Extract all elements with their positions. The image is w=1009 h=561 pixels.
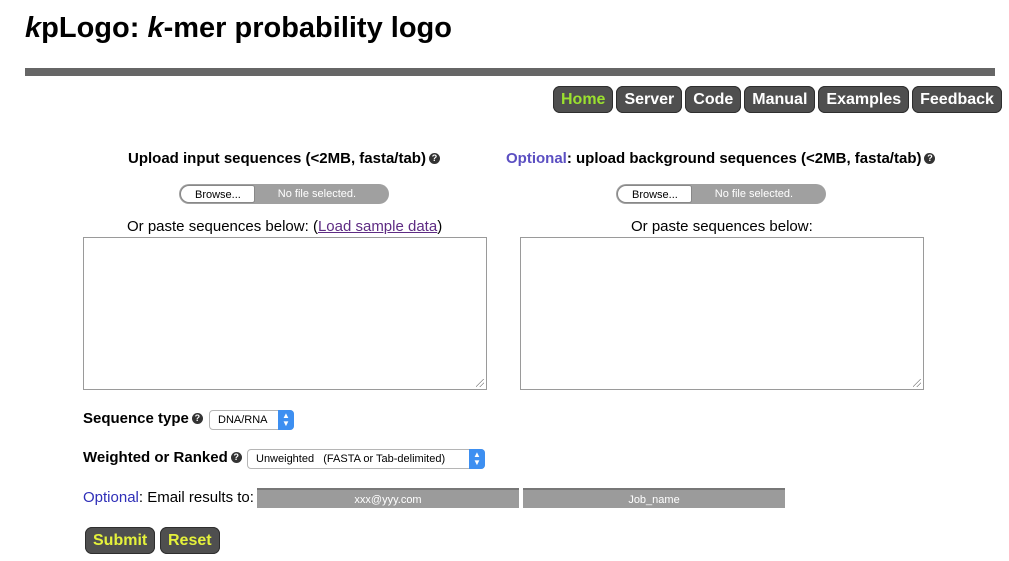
title-text-1: pLogo: bbox=[41, 12, 148, 44]
title-k-italic-2: k bbox=[147, 12, 164, 44]
job-name-field[interactable]: Job_name bbox=[523, 488, 785, 508]
optional-label: Optional bbox=[506, 150, 567, 167]
paste-prefix: Or paste sequences below: ( bbox=[127, 218, 318, 235]
top-nav: Home Server Code Manual Examples Feedbac… bbox=[553, 86, 1002, 113]
nav-manual-button[interactable]: Manual bbox=[744, 86, 816, 113]
help-icon[interactable]: ? bbox=[230, 452, 242, 463]
input-sequences-textarea[interactable] bbox=[83, 237, 487, 390]
reset-button[interactable]: Reset bbox=[160, 527, 220, 554]
paste-instructions: Or paste sequences below: (Load sample d… bbox=[127, 218, 442, 235]
sequence-type-select[interactable]: DNA/RNA ▲ ▼ bbox=[209, 410, 294, 430]
nav-examples-button[interactable]: Examples bbox=[818, 86, 910, 113]
weighted-select[interactable]: Unweighted (FASTA or Tab-delimited) ▲ ▼ bbox=[247, 449, 485, 469]
load-sample-link[interactable]: Load sample data bbox=[318, 218, 437, 235]
weighted-value: Unweighted (FASTA or Tab-delimited) bbox=[256, 453, 446, 465]
nav-home-button[interactable]: Home bbox=[553, 86, 614, 113]
resize-grip-icon[interactable] bbox=[913, 379, 921, 387]
email-field[interactable]: xxx@yyy.com bbox=[257, 488, 519, 508]
help-icon[interactable]: ? bbox=[428, 153, 440, 164]
weighted-row: Weighted or Ranked? bbox=[83, 449, 242, 466]
help-icon[interactable]: ? bbox=[924, 153, 936, 164]
paste-suffix: ) bbox=[437, 218, 443, 235]
header-divider bbox=[25, 68, 995, 76]
browse-button[interactable]: Browse... bbox=[180, 185, 255, 203]
paste-background-instructions: Or paste sequences below: bbox=[631, 218, 813, 235]
resize-grip-icon[interactable] bbox=[476, 379, 484, 387]
select-arrows-icon: ▲ ▼ bbox=[278, 410, 294, 430]
weighted-label: Weighted or Ranked bbox=[83, 449, 228, 466]
page-title: kpLogo: k-mer probability logo bbox=[25, 12, 452, 45]
background-sequences-textarea[interactable] bbox=[520, 237, 924, 390]
browse-button[interactable]: Browse... bbox=[617, 185, 692, 203]
help-icon[interactable]: ? bbox=[191, 413, 203, 424]
upload-background-label: : upload background sequences (<2MB, fas… bbox=[566, 150, 922, 167]
nav-server-button[interactable]: Server bbox=[616, 86, 683, 113]
submit-button[interactable]: Submit bbox=[85, 527, 156, 554]
nav-feedback-button[interactable]: Feedback bbox=[912, 86, 1002, 113]
nav-code-button[interactable]: Code bbox=[685, 86, 742, 113]
upload-input-heading: Upload input sequences (<2MB, fasta/tab)… bbox=[128, 150, 440, 167]
no-file-text: No file selected. bbox=[277, 188, 357, 200]
input-file-picker[interactable]: Browse... No file selected. bbox=[179, 184, 389, 204]
upload-background-heading: Optional: upload background sequences (<… bbox=[506, 150, 936, 167]
email-row: Optional: Email results to: bbox=[83, 489, 254, 506]
sequence-type-row: Sequence type? bbox=[83, 410, 203, 427]
upload-input-label: Upload input sequences (<2MB, fasta/tab) bbox=[128, 150, 426, 167]
email-label: : Email results to: bbox=[138, 489, 254, 506]
sequence-type-value: DNA/RNA bbox=[218, 414, 268, 426]
no-file-text: No file selected. bbox=[714, 188, 794, 200]
select-arrows-icon: ▲ ▼ bbox=[469, 449, 485, 469]
title-k-italic: k bbox=[25, 12, 42, 44]
background-file-picker[interactable]: Browse... No file selected. bbox=[616, 184, 826, 204]
sequence-type-label: Sequence type bbox=[83, 410, 189, 427]
email-optional-label: Optional bbox=[83, 489, 139, 506]
title-text-2: -mer probability logo bbox=[163, 12, 452, 44]
